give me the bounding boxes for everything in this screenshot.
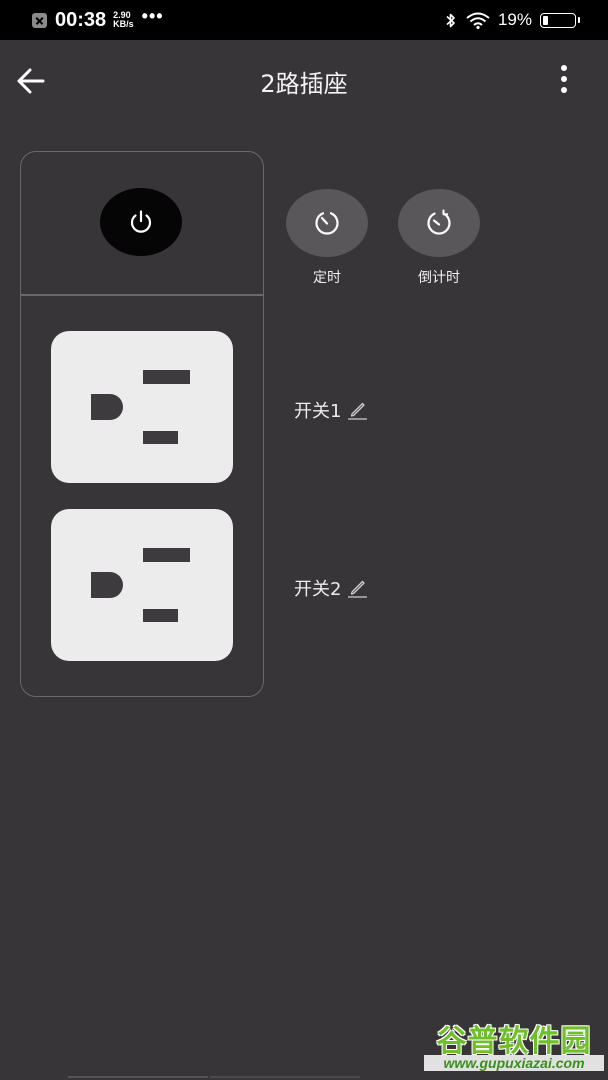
battery-level-fill: [543, 15, 548, 25]
more-notifications-icon: •••: [141, 5, 164, 26]
bottom-edge-bar: [210, 1076, 360, 1078]
socket-ground-pin: [91, 572, 123, 598]
edit-icon[interactable]: [346, 399, 368, 421]
bottom-edge-bar: [68, 1076, 208, 1078]
timer-icon: [315, 212, 339, 235]
socket-1[interactable]: [51, 331, 233, 483]
battery-percent: 19%: [497, 10, 532, 29]
socket-top-slot: [143, 370, 190, 384]
socket-2[interactable]: [51, 509, 233, 661]
timer-label: 定时: [313, 270, 341, 286]
switch-1-name: 开关1: [294, 401, 342, 422]
power-strip-panel: [20, 151, 264, 697]
timer-button[interactable]: [286, 189, 368, 257]
socket-top-slot: [143, 548, 190, 562]
app-header: 2路插座: [0, 40, 608, 120]
countdown-icon: [427, 209, 451, 235]
page-title: 2路插座: [260, 70, 348, 98]
countdown-button[interactable]: [398, 189, 480, 257]
watermark-url: www.gupuxiazai.com: [424, 1055, 604, 1071]
wifi-icon: [466, 12, 490, 29]
status-bar-right: 19%: [445, 0, 580, 40]
battery-icon: [540, 12, 580, 28]
switch-1-name-row[interactable]: 开关1: [294, 396, 368, 424]
master-power-button[interactable]: [100, 188, 182, 256]
edit-icon[interactable]: [346, 577, 368, 599]
countdown-label: 倒计时: [418, 270, 460, 286]
network-speed-unit: KB/s: [113, 19, 134, 29]
watermark-title: 谷普软件园: [436, 1024, 592, 1059]
status-bar: 00:38 2.90 KB/s ••• 19%: [0, 0, 608, 40]
network-speed: 2.90 KB/s: [113, 11, 134, 29]
switch-2-name: 开关2: [294, 579, 342, 600]
socket-bottom-slot: [143, 431, 178, 444]
switch-2-name-row[interactable]: 开关2: [294, 574, 368, 602]
more-vertical-icon[interactable]: [552, 62, 576, 98]
socket-ground-pin: [91, 394, 123, 420]
bluetooth-icon: [446, 13, 455, 27]
status-bar-left: 00:38 2.90 KB/s •••: [32, 0, 164, 40]
power-icon: [130, 210, 152, 233]
panel-divider: [21, 294, 263, 296]
site-watermark: 谷普软件园 www.gupuxiazai.com: [424, 1016, 604, 1078]
socket-bottom-slot: [143, 609, 178, 622]
notification-icon: [32, 12, 47, 28]
status-time: 00:38: [55, 8, 107, 31]
